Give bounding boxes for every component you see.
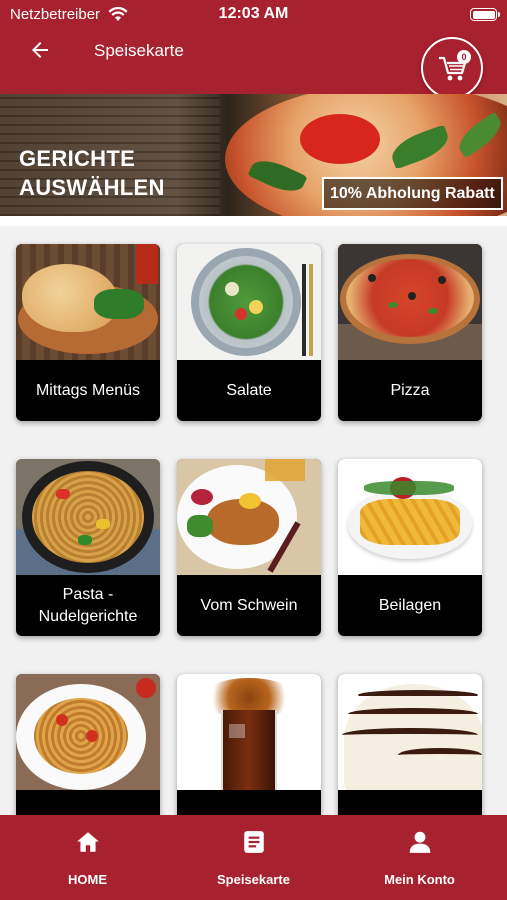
tab-label: Speisekarte xyxy=(217,872,290,887)
menu-book-icon xyxy=(244,831,264,853)
calzone-image xyxy=(16,244,160,360)
battery-icon xyxy=(470,8,500,21)
cart-button[interactable]: 0 xyxy=(421,37,483,99)
bottom-navigation: HOME Speisekarte Mein Konto xyxy=(0,815,507,900)
cola-image xyxy=(177,674,321,790)
category-label: Vom Schwein xyxy=(200,596,298,614)
category-label xyxy=(16,790,160,815)
cart-count-badge: 0 xyxy=(457,50,471,64)
category-card-mittags-menus[interactable]: Mittags Menüs xyxy=(16,244,160,421)
discount-badge: 10% Abholung Rabatt xyxy=(322,177,503,210)
tab-mein-konto[interactable]: Mein Konto xyxy=(335,815,504,900)
tab-label: HOME xyxy=(68,872,107,887)
banner-heading-line1: GERICHTE xyxy=(19,146,136,171)
category-card-pasta[interactable]: Pasta - Nudelgerichte xyxy=(16,459,160,636)
banner-heading: GERICHTE AUSWÄHLEN xyxy=(19,144,165,202)
ice-cream-image xyxy=(338,674,482,790)
category-card-beilagen[interactable]: Beilagen xyxy=(338,459,482,636)
category-label: Salate xyxy=(226,381,272,399)
page-title: Speisekarte xyxy=(94,41,184,60)
category-label: Pizza xyxy=(390,381,430,399)
clock: 12:03 AM xyxy=(218,5,289,22)
category-label xyxy=(177,790,321,815)
tab-home[interactable]: HOME xyxy=(3,815,172,900)
tab-label: Mein Konto xyxy=(384,872,455,887)
schnitzel-image xyxy=(177,459,321,575)
banner-heading-line2: AUSWÄHLEN xyxy=(19,175,165,200)
pasta-pan-image xyxy=(16,459,160,575)
back-arrow-icon[interactable] xyxy=(28,38,52,62)
banner-tomato xyxy=(300,114,380,164)
spaghetti-image xyxy=(16,674,160,790)
category-grid: Mittags Menüs Salate Pizza Pasta - Nudel… xyxy=(0,226,507,815)
category-card-dessert[interactable] xyxy=(338,674,482,815)
home-icon xyxy=(77,832,99,852)
category-label: Beilagen xyxy=(378,596,442,614)
category-card-salate[interactable]: Salate xyxy=(177,244,321,421)
category-card-getraenke[interactable] xyxy=(177,674,321,815)
category-card-vom-schwein[interactable]: Vom Schwein xyxy=(177,459,321,636)
tab-speisekarte[interactable]: Speisekarte xyxy=(169,815,338,900)
category-label xyxy=(338,790,482,815)
category-card-spaghetti[interactable] xyxy=(16,674,160,815)
pizza-image xyxy=(338,244,482,360)
category-card-pizza[interactable]: Pizza xyxy=(338,244,482,421)
account-icon xyxy=(409,831,431,853)
category-label: Mittags Menüs xyxy=(35,381,141,399)
salad-image xyxy=(177,244,321,360)
fries-image xyxy=(338,459,482,575)
status-bar: Netzbetreiber 12:03 AM xyxy=(0,0,507,30)
category-label: Pasta - Nudelgerichte xyxy=(38,585,138,625)
